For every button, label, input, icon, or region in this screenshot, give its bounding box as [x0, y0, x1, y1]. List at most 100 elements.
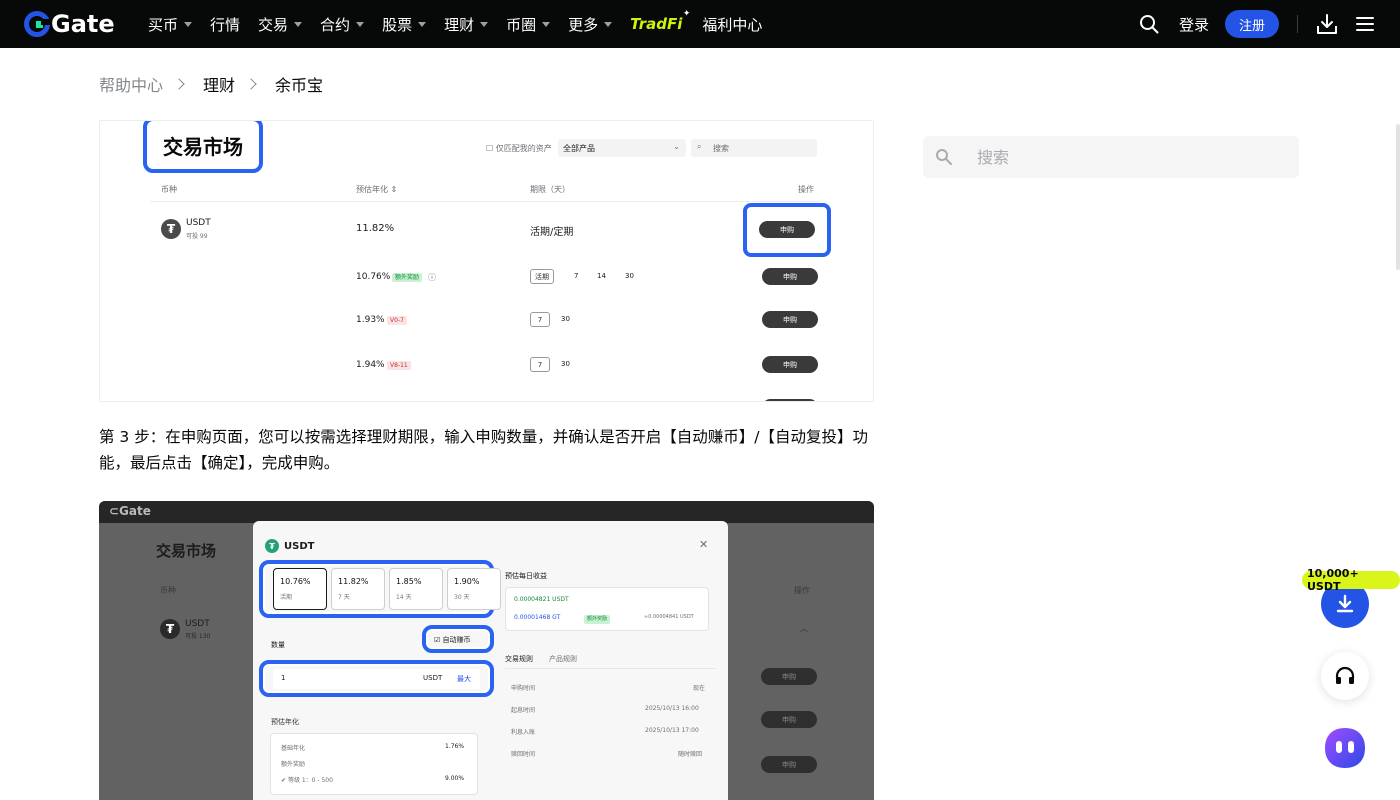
nav-item-stocks[interactable]: 股票 [382, 14, 427, 35]
income-total: ≈0.00004841 USDT [644, 614, 694, 620]
tutorial-screenshot-market: 交易市场 ☐ 仅匹配我的资产 全部产品 ⌄ ⌕ 搜索 币种 预估年化 ⇕ 期限（… [99, 120, 874, 402]
screenshot-logo: ⊂Gate [109, 504, 151, 518]
callout-term-cards: 10.76% 活期 11.82% 7 天 1.85% 14 天 1.90% 30 天 [259, 560, 501, 618]
subscribe-button[interactable]: 申购 [759, 221, 815, 238]
term-chip: 30 [561, 315, 570, 323]
bg-coin-name: USDT [185, 619, 210, 629]
subscribe-button[interactable]: 申购 [762, 268, 818, 285]
term-card-selected[interactable]: 10.76% 活期 [273, 568, 327, 610]
info-icon: ⓘ [428, 273, 436, 282]
nav-item-welfare-center[interactable]: 福利中心 [702, 14, 762, 35]
chevron-down-icon [418, 21, 427, 27]
nav-item-label: 理财 [444, 15, 475, 34]
apr-tier-row: ✔ 等级 1：0 - 500 [281, 777, 333, 784]
term-chip: 7 [574, 272, 579, 280]
nav-item-more[interactable]: 更多 [568, 14, 613, 35]
vip-tag: V0-7 [387, 316, 407, 325]
nav-item-trade[interactable]: 交易 [258, 14, 303, 35]
nav-item-tradfi[interactable]: TradFi ✦ [630, 9, 690, 33]
term-chip: 30 [625, 272, 634, 280]
apr-base-value: 1.76% [445, 743, 465, 750]
subscribe-button[interactable]: 申购 [762, 356, 818, 373]
coin-name: USDT [186, 218, 211, 228]
main-menu: 买币 行情 交易 合约 股票 理财 币圈 更多 TradFi ✦ 福利中心 [148, 0, 780, 48]
income-title: 预估每日收益 [505, 572, 547, 580]
scrollbar[interactable] [1396, 124, 1400, 270]
menu-icon[interactable] [1356, 15, 1374, 33]
nav-item-square[interactable]: 币圈 [506, 14, 551, 35]
term-card-apr: 11.82% [338, 577, 369, 586]
nav-actions: 登录 注册 [1139, 0, 1400, 48]
apr-extra-label: 额外奖励 [281, 761, 306, 768]
tab-trade-rules[interactable]: 交易规则 [505, 654, 533, 664]
income-usdt: 0.00004821 USDT [514, 596, 569, 603]
tab-product-rules[interactable]: 产品规则 [549, 654, 577, 664]
sparkle-icon: ✦ [682, 9, 691, 19]
max-button[interactable]: 最大 [457, 674, 471, 684]
term-card-apr: 10.76% [280, 577, 311, 586]
amount-input[interactable]: 1 USDT 最大 [273, 669, 480, 689]
rule-value: 随时赎回 [678, 751, 703, 758]
callout-amount-input: 1 USDT 最大 [259, 660, 494, 697]
floating-support-button[interactable] [1321, 652, 1369, 700]
close-icon[interactable]: ✕ [699, 538, 708, 551]
help-search-box[interactable] [923, 136, 1299, 178]
auto-earn-checkbox[interactable]: ☑ 自动赚币 [434, 635, 471, 645]
subscribe-button[interactable]: 申购 [762, 311, 818, 328]
apr-breakdown-box: 基础年化 1.76% 额外奖励 ✔ 等级 1：0 - 500 9.00% [270, 733, 478, 795]
row-apr: 1.93% [356, 315, 385, 325]
term-chip: 活期 [530, 269, 554, 284]
apr-tier-value: 9.00% [445, 775, 465, 782]
nav-item-earn[interactable]: 理财 [444, 14, 489, 35]
term-card[interactable]: 11.82% 7 天 [331, 568, 385, 610]
register-button[interactable]: 注册 [1224, 10, 1279, 38]
usdt-coin-icon: ₮ [161, 219, 181, 239]
chevron-down-icon [356, 21, 365, 27]
callout-auto-earn: ☑ 自动赚币 [422, 625, 494, 653]
filter-my-assets: ☐ 仅匹配我的资产 [486, 144, 552, 153]
product-filter-value: 全部产品 [563, 144, 595, 153]
usdt-coin-icon: ₮ [160, 619, 180, 639]
apr-base-label: 基础年化 [281, 745, 306, 752]
chevron-down-icon: ⌄ [673, 142, 680, 151]
screenshot-background-left: 交易市场 币种 ₮ USDT 可投 130 [99, 523, 253, 800]
callout-subscribe-button: 申购 [743, 203, 831, 257]
apr-section-title: 预估年化 [271, 718, 299, 726]
download-icon[interactable] [1316, 13, 1338, 35]
nav-item-label: 交易 [258, 15, 289, 34]
rule-value: 现在 [693, 685, 706, 692]
help-search-input[interactable] [977, 147, 1277, 167]
rule-key: 利息入账 [511, 729, 536, 736]
floating-chatbot-button[interactable] [1321, 724, 1369, 772]
term-card-label: 活期 [280, 594, 293, 601]
bg-column-coin: 币种 [160, 586, 176, 595]
callout-market-title: 交易市场 [143, 121, 263, 173]
term-card[interactable]: 1.90% 30 天 [447, 568, 501, 610]
nav-item-markets[interactable]: 行情 [210, 14, 240, 35]
breadcrumb-earn[interactable]: 理财 [203, 72, 235, 96]
nav-item-buy-crypto[interactable]: 买币 [148, 14, 193, 35]
extra-reward-tag: 额外奖励 [392, 273, 423, 282]
bg-coin-subtext: 可投 130 [185, 633, 211, 640]
breadcrumb-help-center[interactable]: 帮助中心 [99, 72, 163, 96]
chevron-down-icon [294, 21, 303, 27]
market-search-placeholder: 搜索 [713, 144, 729, 153]
nav-item-futures[interactable]: 合约 [320, 14, 365, 35]
column-term: 期限（天） [530, 185, 570, 194]
term-card-apr: 1.85% [396, 577, 422, 586]
headset-icon [1335, 666, 1355, 684]
gate-logo[interactable]: Gate [24, 11, 115, 37]
term-card[interactable]: 1.85% 14 天 [389, 568, 443, 610]
gate-logo-text: Gate [51, 10, 115, 38]
login-link[interactable]: 登录 [1179, 14, 1209, 35]
rule-key: 起息时间 [511, 707, 536, 714]
promo-badge[interactable]: 10,000+ USDT [1302, 567, 1400, 593]
tradfi-label: TradFi [630, 15, 683, 33]
nav-divider [1297, 15, 1298, 33]
chevron-right-icon [245, 78, 257, 90]
subscribe-modal: ₮ USDT ✕ 10.76% 活期 11.82% 7 天 1.85% 14 天 1.… [253, 521, 728, 800]
breadcrumb: 帮助中心 理财 余币宝 [99, 72, 323, 96]
bg-subscribe-button: 申购 [761, 756, 817, 773]
extra-reward-tag: 额外奖励 [584, 615, 611, 624]
search-icon[interactable] [1139, 14, 1159, 34]
